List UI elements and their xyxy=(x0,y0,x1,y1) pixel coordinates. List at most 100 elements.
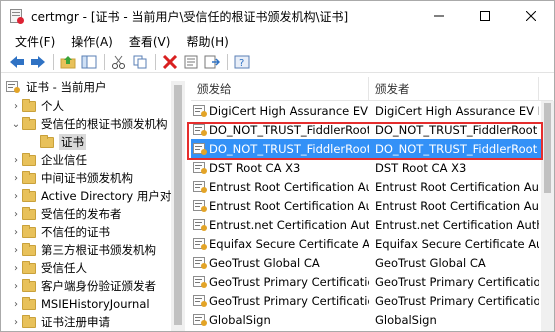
table-row[interactable]: GlobalSignGlobalSign xyxy=(191,329,553,331)
chevron-right-icon[interactable]: › xyxy=(10,190,22,202)
cell-text: GeoTrust Primary Certificatio... xyxy=(209,274,369,289)
tree-root[interactable]: 证书 - 当前用户 xyxy=(4,77,187,97)
table-row[interactable]: GeoTrust Global CA GeoTrust Global CA xyxy=(191,253,553,272)
tree-item-personal[interactable]: › 个人 xyxy=(4,97,187,115)
cell-text: Equifax Secure Certificate Au... xyxy=(209,236,369,251)
tree-scrollbar-thumb[interactable] xyxy=(174,85,182,325)
minimize-icon xyxy=(434,15,444,17)
back-button[interactable] xyxy=(7,52,27,72)
cell-text: DO_NOT_TRUST_FiddlerRoot xyxy=(209,122,369,137)
list-header: 颁发给 颁发者 xyxy=(191,77,553,101)
console-tree-button[interactable] xyxy=(79,52,99,72)
up-folder-button[interactable] xyxy=(58,52,78,72)
list-scrollbar[interactable] xyxy=(541,101,554,331)
folder-icon xyxy=(22,224,36,238)
tree-item-third-party-root[interactable]: › 第三方根证书颁发机构 xyxy=(4,241,187,259)
tree-item-enrollment-requests[interactable]: › 证书注册申请 xyxy=(4,313,187,331)
cell-text: GeoTrust Primary Certificatio... xyxy=(209,293,369,308)
column-header-issued-to[interactable]: 颁发给 xyxy=(191,77,369,100)
folder-icon xyxy=(22,170,36,184)
chevron-right-icon[interactable]: › xyxy=(10,154,22,166)
folder-open-icon xyxy=(22,116,36,130)
cell-issued-to: GlobalSign xyxy=(191,313,369,327)
tree-item-trusted-root[interactable]: ⌄ 受信任的根证书颁发机构 xyxy=(4,115,187,133)
cut-icon xyxy=(112,55,125,69)
menu-view[interactable]: 查看(V) xyxy=(121,33,179,50)
column-header-issued-by[interactable]: 颁发者 xyxy=(369,77,539,100)
help-icon: ? xyxy=(234,55,250,69)
title-bar[interactable]: certmgr - [证书 - 当前用户\受信任的根证书颁发机构\证书] xyxy=(1,1,554,31)
table-row[interactable]: DO_NOT_TRUST_FiddlerRoot DO_NOT_TRUST_Fid… xyxy=(191,120,553,139)
tree-item-msie-history[interactable]: › MSIEHistoryJournal xyxy=(4,295,187,313)
cell-issued-by: Equifax Secure Certificate Auth... xyxy=(375,236,539,251)
cell-text: DO_NOT_TRUST_FiddlerRoot xyxy=(209,141,369,156)
tree-item-certificates[interactable]: 证书 xyxy=(4,133,187,151)
cell-text: Entrust Root Certification Au... xyxy=(209,198,369,213)
minimize-button[interactable] xyxy=(416,1,462,31)
copy-button[interactable] xyxy=(130,52,150,72)
menu-action[interactable]: 操作(A) xyxy=(63,33,121,50)
tree-item-intermediate-ca[interactable]: › 中间证书颁发机构 xyxy=(4,169,187,187)
table-row[interactable]: Entrust Root Certification Au... Entrust … xyxy=(191,196,553,215)
chevron-right-icon[interactable]: › xyxy=(10,100,22,112)
maximize-button[interactable] xyxy=(462,1,508,31)
close-button[interactable] xyxy=(508,1,554,31)
maximize-icon xyxy=(480,11,490,21)
table-row[interactable]: GeoTrust Primary Certificatio... GeoTrust… xyxy=(191,291,553,310)
certmgr-window: certmgr - [证书 - 当前用户\受信任的根证书颁发机构\证书] 文件(… xyxy=(0,0,555,332)
tree-item-enterprise-trust[interactable]: › 企业信任 xyxy=(4,151,187,169)
table-row[interactable]: GeoTrust Primary Certificatio... GeoTrust… xyxy=(191,272,553,291)
delete-button[interactable] xyxy=(160,52,180,72)
certificate-icon xyxy=(193,199,207,212)
tree-item-client-auth-issuers[interactable]: › 客户端身份验证颁发者 xyxy=(4,277,187,295)
cell-issued-to: GeoTrust Primary Certificatio... xyxy=(191,294,369,308)
export-button[interactable] xyxy=(202,52,222,72)
chevron-right-icon[interactable]: › xyxy=(10,226,22,238)
tree-item-trusted-people[interactable]: › 受信任人 xyxy=(4,259,187,277)
table-row[interactable]: DigiCert High Assurance EV ... DigiCert H… xyxy=(191,101,553,120)
certificate-icon xyxy=(193,161,207,174)
toolbar-separator xyxy=(155,53,156,70)
forward-button[interactable] xyxy=(28,52,48,72)
cell-issued-by: DO_NOT_TRUST_FiddlerRoot xyxy=(375,141,538,156)
chevron-right-icon[interactable]: › xyxy=(10,244,22,256)
chevron-right-icon[interactable]: › xyxy=(10,262,22,274)
chevron-right-icon[interactable]: › xyxy=(10,298,22,310)
cell-issued-to: DigiCert High Assurance EV ... xyxy=(191,104,369,118)
cell-text: Entrust.net Certification Auth... xyxy=(209,217,369,232)
tree-item-active-directory[interactable]: › Active Directory 用户对象 xyxy=(4,187,187,205)
chevron-right-icon[interactable]: › xyxy=(10,316,22,328)
table-row[interactable]: Equifax Secure Certificate Au... Equifax … xyxy=(191,234,553,253)
console-tree-icon xyxy=(81,55,97,68)
cell-issued-by: Entrust Root Certification Auth... xyxy=(375,198,539,213)
chevron-right-icon[interactable]: › xyxy=(10,208,22,220)
table-row[interactable]: Entrust.net Certification Auth... Entrust… xyxy=(191,215,553,234)
chevron-down-icon[interactable]: ⌄ xyxy=(10,118,22,130)
folder-icon xyxy=(22,98,36,112)
cell-issued-by: GeoTrust Global CA xyxy=(375,255,486,270)
menu-help[interactable]: 帮助(H) xyxy=(178,33,236,50)
table-row[interactable]: GlobalSignGlobalSign xyxy=(191,310,553,329)
table-row[interactable]: DO_NOT_TRUST_FiddlerRoot DO_NOT_TRUST_Fid… xyxy=(191,139,553,158)
tree-scrollbar[interactable] xyxy=(171,81,185,331)
cut-button[interactable] xyxy=(109,52,129,72)
chevron-right-icon[interactable]: › xyxy=(10,172,22,184)
menu-bar: 文件(F) 操作(A) 查看(V) 帮助(H) xyxy=(1,31,554,51)
copy-icon xyxy=(133,55,147,68)
list-scrollbar-thumb[interactable] xyxy=(544,103,551,193)
cell-issued-to: Equifax Secure Certificate Au... xyxy=(191,237,369,251)
folder-icon xyxy=(22,314,36,328)
certificate-icon xyxy=(193,123,207,136)
table-row[interactable]: Entrust Root Certification Au... Entrust … xyxy=(191,177,553,196)
tree-item-untrusted[interactable]: › 不信任的证书 xyxy=(4,223,187,241)
tree-item-trusted-publishers[interactable]: › 受信任的发布者 xyxy=(4,205,187,223)
folder-icon xyxy=(22,242,36,256)
properties-button[interactable] xyxy=(181,52,201,72)
help-button[interactable]: ? xyxy=(232,52,252,72)
chevron-right-icon[interactable]: › xyxy=(10,280,22,292)
toolbar: ? xyxy=(1,51,554,73)
cell-issued-by: GeoTrust Primary Certification ... xyxy=(375,274,539,289)
table-row[interactable]: DST Root CA X3 DST Root CA X3 xyxy=(191,158,553,177)
menu-file[interactable]: 文件(F) xyxy=(7,33,63,50)
cell-text: DST Root CA X3 xyxy=(209,160,301,175)
